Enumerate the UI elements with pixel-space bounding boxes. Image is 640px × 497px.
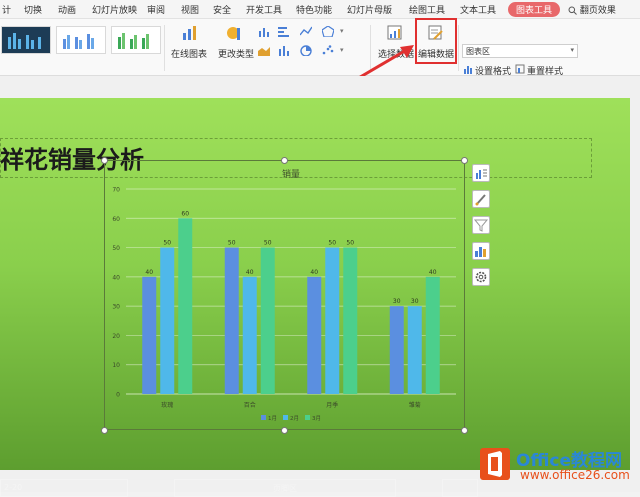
area-chart-icon[interactable]	[258, 45, 270, 56]
search-tab-label: 翻页效果	[579, 6, 616, 16]
column-chart-icon[interactable]	[258, 26, 270, 37]
chart-settings-button[interactable]	[472, 268, 490, 286]
separator	[458, 25, 459, 71]
chart-selection-frame	[104, 160, 465, 430]
watermark: Office教程网 www.office26.com	[480, 446, 636, 486]
set-format-icon	[464, 66, 472, 74]
tab-1[interactable]: 切换	[24, 3, 42, 16]
reset-style-icon	[515, 64, 525, 74]
radar-chart-icon[interactable]	[322, 26, 334, 37]
tab-0[interactable]: 计	[2, 3, 11, 16]
line-chart-icon[interactable]	[300, 26, 312, 37]
tab-6[interactable]: 安全	[213, 3, 231, 16]
pie-chart-icon[interactable]	[300, 45, 312, 56]
resize-handle[interactable]	[461, 427, 468, 434]
bar-chart-icon	[475, 247, 486, 257]
tab-7[interactable]: 开发工具	[246, 3, 282, 16]
chart-area-select[interactable]: 图表区 ▾	[462, 44, 578, 58]
stock-chart-icon[interactable]	[278, 45, 290, 56]
tab-5[interactable]: 视图	[181, 3, 199, 16]
chart-quick-layout-button[interactable]	[472, 242, 490, 260]
tab-8[interactable]: 特色功能	[296, 3, 332, 16]
bar-chart-icon[interactable]	[278, 26, 290, 37]
resize-handle[interactable]	[101, 157, 108, 164]
chart-style-thumb-3[interactable]	[111, 26, 161, 54]
search-tab[interactable]: 翻页效果	[568, 3, 616, 16]
resize-handle[interactable]	[101, 427, 108, 434]
page-number-placeholder[interactable]	[442, 479, 478, 497]
chart-elements-button[interactable]	[472, 164, 490, 182]
date-placeholder[interactable]: 2-20	[0, 479, 128, 497]
resize-handle[interactable]	[461, 157, 468, 164]
chart-style-button[interactable]	[472, 190, 490, 208]
chart-filter-button[interactable]	[472, 216, 490, 234]
resize-handle[interactable]	[281, 157, 288, 164]
watermark-url: www.office26.com	[520, 468, 630, 482]
change-type-icon	[227, 27, 240, 40]
office-logo-icon	[480, 448, 510, 480]
tab-11[interactable]: 文本工具	[460, 3, 496, 16]
chart-style-thumb-1[interactable]	[1, 26, 51, 54]
date-placeholder-text: 2-20	[4, 483, 23, 492]
chart-style-thumb-2[interactable]	[56, 26, 106, 54]
filter-icon	[473, 219, 489, 232]
change-type-button[interactable]: 更改类型	[218, 47, 254, 60]
edit-data-highlight	[415, 18, 457, 64]
more-charts-icon[interactable]: ▾	[340, 27, 344, 35]
online-chart-icon	[183, 26, 196, 40]
gear-icon	[475, 271, 487, 283]
chart-elements-icon	[476, 169, 487, 179]
tab-2[interactable]: 动画	[58, 3, 76, 16]
slide-canvas: 祥花销量分析 2-20 页脚区 销量 0 10 20 30 40 50 60 70 40 50 60 玫…	[0, 76, 640, 497]
search-icon	[568, 6, 577, 15]
tab-12[interactable]: 图表工具	[508, 2, 561, 17]
tab-3[interactable]: 幻灯片放映	[92, 3, 137, 16]
brush-icon	[475, 194, 486, 206]
resize-handle[interactable]	[281, 427, 288, 434]
chart-area-select-value: 图表区	[466, 47, 490, 56]
scatter-chart-icon[interactable]	[322, 45, 334, 56]
chevron-down-icon: ▾	[570, 46, 574, 54]
ribbon-tabs: 计切换 动画 幻灯片放映 审阅 视图 安全 开发工具 特色功能 幻灯片母版 绘图工具 文本工具 图表工…	[0, 0, 640, 19]
separator	[164, 25, 165, 71]
tab-10[interactable]: 绘图工具	[409, 3, 445, 16]
tab-4[interactable]: 审阅	[147, 3, 165, 16]
online-chart-button[interactable]: 在线图表	[171, 47, 207, 60]
footer-placeholder[interactable]: 页脚区	[174, 479, 396, 497]
select-data-icon	[387, 25, 402, 40]
tab-9[interactable]: 幻灯片母版	[347, 3, 392, 16]
ribbon-toolbar: 在线图表 更改类型 ▾ ▾ 选择数据 编辑数据 图表区▾ 设置格式 重置样式	[0, 19, 640, 77]
